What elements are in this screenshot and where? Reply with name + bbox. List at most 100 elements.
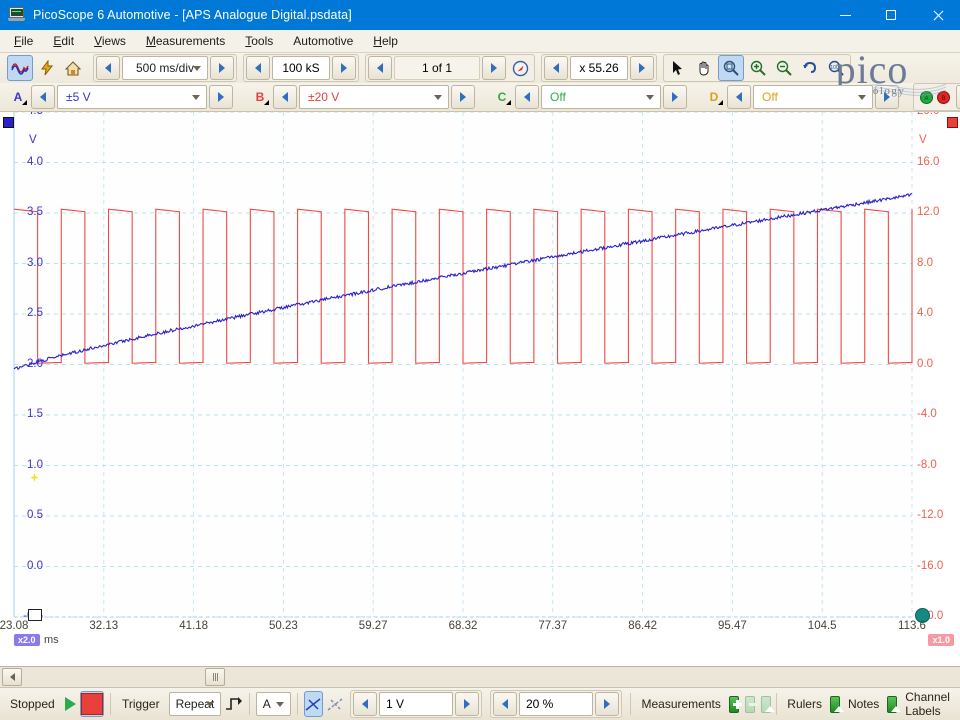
channel-c-range-select[interactable]: Off bbox=[541, 85, 661, 109]
menu-bar: File Edit Views Measurements Tools Autom… bbox=[0, 30, 960, 53]
timebase-select[interactable]: 500 ms/div bbox=[122, 56, 208, 80]
stop-icon[interactable] bbox=[80, 691, 105, 717]
pretrigger-next-button[interactable] bbox=[594, 692, 619, 716]
y-axis-left-unit: V bbox=[29, 134, 37, 146]
channel-leds-dropdown-button[interactable] bbox=[956, 85, 960, 109]
channel-c-next-button[interactable] bbox=[663, 85, 687, 109]
trigger-source-select[interactable]: A bbox=[255, 692, 292, 716]
chevron-down-icon bbox=[192, 95, 200, 100]
channel-b-next-button[interactable] bbox=[451, 85, 475, 109]
menu-views[interactable]: Views bbox=[84, 32, 136, 50]
lightning-icon[interactable] bbox=[35, 56, 59, 80]
zoom-window-icon[interactable] bbox=[718, 55, 744, 81]
add-icon[interactable] bbox=[728, 695, 739, 713]
chevron-down-icon bbox=[646, 95, 654, 100]
channel-b-button[interactable]: B bbox=[248, 86, 272, 108]
horizontal-scrollbar[interactable] bbox=[0, 666, 960, 687]
x-axis-right-badge[interactable]: x1.0 bbox=[928, 634, 954, 646]
timebase-next-button[interactable] bbox=[210, 56, 234, 80]
menu-tools[interactable]: Tools bbox=[235, 32, 283, 50]
picoscope-window: PicoScope 6 Automotive - [APS Analogue D… bbox=[0, 0, 960, 720]
zoom-factor-prev-button[interactable] bbox=[544, 56, 568, 80]
y-axis-left-tick: 3.0 bbox=[27, 256, 43, 269]
samples-next-button[interactable] bbox=[332, 56, 356, 80]
y-axis-left-tick: 4.5 bbox=[27, 112, 43, 117]
scroll-thumb[interactable] bbox=[205, 668, 225, 686]
home-icon[interactable] bbox=[61, 56, 85, 80]
timebase-value: 500 ms/div bbox=[135, 61, 195, 75]
menu-edit[interactable]: Edit bbox=[43, 32, 84, 50]
channel-b-prev-button[interactable] bbox=[273, 85, 297, 109]
zoom-factor-next-button[interactable] bbox=[630, 56, 654, 80]
channel-a-marker-icon[interactable] bbox=[3, 117, 14, 128]
channel-b-group: B ±20 V bbox=[247, 84, 477, 110]
menu-measurements[interactable]: Measurements bbox=[136, 32, 235, 50]
samples-prev-button[interactable] bbox=[246, 56, 270, 80]
threshold-value[interactable]: 1 V bbox=[378, 692, 453, 716]
zoom-in-icon[interactable] bbox=[746, 56, 770, 80]
threshold-next-button[interactable] bbox=[454, 692, 479, 716]
trigger-on-icon[interactable] bbox=[303, 691, 323, 717]
y-axis-left-tick: 0.5 bbox=[27, 509, 43, 521]
channel-b-marker-icon[interactable] bbox=[947, 117, 958, 128]
y-axis-right-tick: 8.0 bbox=[917, 256, 933, 269]
waveform-prev-button[interactable] bbox=[368, 56, 392, 80]
scope-view[interactable]: 4.54.03.53.02.52.01.51.00.50.0-0.5 V 20.… bbox=[0, 112, 960, 666]
menu-help-rest: elp bbox=[381, 34, 398, 48]
notes-icon[interactable] bbox=[887, 695, 898, 713]
timebase-prev-button[interactable] bbox=[96, 56, 120, 80]
hand-icon[interactable] bbox=[692, 56, 716, 80]
title-bar: PicoScope 6 Automotive - [APS Analogue D… bbox=[0, 0, 960, 30]
minimize-button[interactable] bbox=[822, 0, 868, 30]
samples-group: 100 kS bbox=[243, 54, 359, 82]
pointer-icon[interactable] bbox=[666, 56, 690, 80]
channel-a-prev-button[interactable] bbox=[31, 85, 55, 109]
zoom-factor-value[interactable]: x 55.26 bbox=[570, 56, 628, 80]
trigger-marker-icon[interactable] bbox=[30, 473, 39, 482]
compass-icon[interactable] bbox=[508, 56, 532, 80]
x-axis-zoom-badge[interactable]: x2.0 bbox=[14, 634, 40, 646]
ruler-handle-left[interactable] bbox=[28, 609, 42, 621]
channel-a-group: A ±5 V bbox=[5, 84, 235, 110]
x-axis-tick: 77.37 bbox=[538, 620, 568, 632]
x-axis-tick: 68.32 bbox=[448, 620, 478, 632]
pretrigger-prev-button[interactable] bbox=[492, 692, 517, 716]
channel-d-button[interactable]: D bbox=[702, 86, 726, 108]
menu-help[interactable]: Help bbox=[363, 32, 408, 50]
maximize-button[interactable] bbox=[868, 0, 914, 30]
channel-c-prev-button[interactable] bbox=[515, 85, 539, 109]
up-icon[interactable] bbox=[760, 695, 771, 713]
channel-c-range-value: Off bbox=[550, 90, 566, 104]
waveform-index-value: 1 of 1 bbox=[394, 56, 480, 80]
close-button[interactable] bbox=[914, 0, 960, 30]
rising-edge-icon[interactable] bbox=[225, 692, 243, 716]
waveform-icon[interactable] bbox=[7, 55, 33, 81]
play-icon[interactable] bbox=[64, 692, 77, 716]
channel-a-next-button[interactable] bbox=[209, 85, 233, 109]
trigger-mode-select[interactable]: Repeat bbox=[168, 692, 222, 716]
channel-a-button[interactable]: A bbox=[6, 86, 30, 108]
channel-c-button[interactable]: C bbox=[490, 86, 514, 108]
channel-b-range-select[interactable]: ±20 V bbox=[299, 85, 449, 109]
remove-icon[interactable] bbox=[744, 695, 755, 713]
threshold-prev-button[interactable] bbox=[352, 692, 377, 716]
channel-d-range-select[interactable]: Off bbox=[753, 85, 873, 109]
trigger-label: Trigger bbox=[122, 697, 160, 711]
channel-d-prev-button[interactable] bbox=[727, 85, 751, 109]
chevron-down-icon bbox=[434, 95, 442, 100]
picoscope-icon bbox=[8, 7, 26, 23]
channel-a-range-select[interactable]: ±5 V bbox=[57, 85, 207, 109]
rulers-icon[interactable] bbox=[829, 695, 840, 713]
pretrigger-value[interactable]: 20 % bbox=[518, 692, 593, 716]
waveform-index-group: 1 of 1 bbox=[365, 54, 535, 82]
trigger-off-icon[interactable] bbox=[327, 692, 344, 716]
waveform-plot[interactable] bbox=[0, 112, 960, 640]
samples-value[interactable]: 100 kS bbox=[272, 56, 330, 80]
menu-automotive[interactable]: Automotive bbox=[283, 32, 363, 50]
window-title: PicoScope 6 Automotive - [APS Analogue D… bbox=[33, 8, 352, 22]
waveform-next-button[interactable] bbox=[482, 56, 506, 80]
y-axis-left-tick: 4.0 bbox=[27, 155, 43, 168]
x-axis-tick: 86.42 bbox=[628, 620, 657, 632]
menu-file[interactable]: File bbox=[4, 32, 43, 50]
scroll-left-button[interactable] bbox=[2, 668, 22, 686]
